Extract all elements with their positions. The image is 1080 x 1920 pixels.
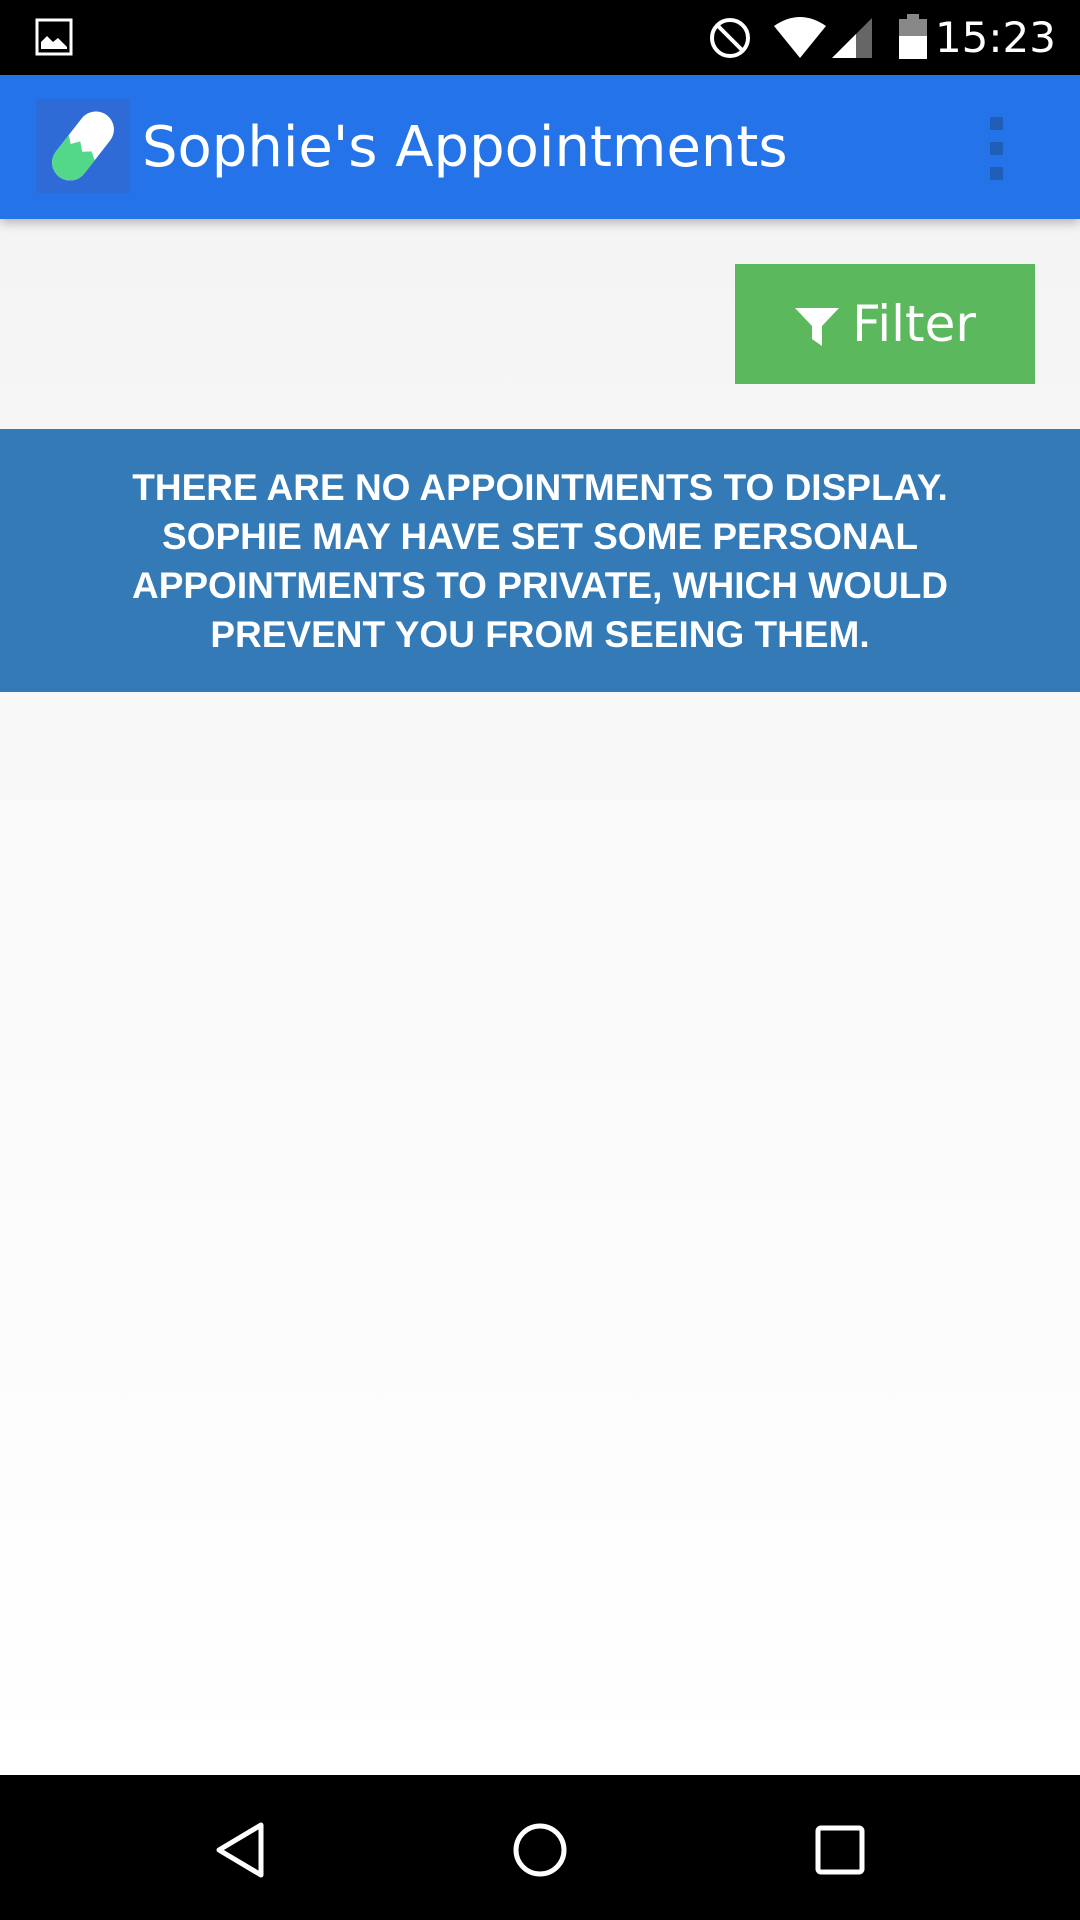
navigation-bar [0, 1775, 1080, 1920]
page-title: Sophie's Appointments [142, 115, 788, 180]
no-appointments-notice: THERE ARE NO APPOINTMENTS TO DISPLAY. SO… [0, 429, 1080, 692]
gallery-icon [35, 18, 73, 56]
back-icon[interactable] [205, 1815, 275, 1885]
cell-signal-icon [832, 18, 872, 58]
status-clock: 15:23 [934, 13, 1056, 62]
app-bar: Sophie's Appointments [0, 75, 1080, 219]
filter-button-label: Filter [852, 295, 976, 353]
overflow-menu-icon[interactable] [980, 117, 1012, 181]
status-bar: 15:23 [0, 0, 1080, 75]
do-not-disturb-icon [710, 18, 750, 58]
notice-message: THERE ARE NO APPOINTMENTS TO DISPLAY. SO… [131, 466, 949, 655]
main-content: Filter THERE ARE NO APPOINTMENTS TO DISP… [0, 219, 1080, 1775]
wifi-icon [774, 17, 826, 58]
battery-icon [899, 14, 927, 59]
filter-button[interactable]: Filter [735, 264, 1035, 384]
funnel-icon [795, 308, 840, 346]
home-icon[interactable] [505, 1815, 575, 1885]
recents-icon[interactable] [805, 1815, 875, 1885]
pill-logo-icon [36, 99, 130, 193]
filter-bar: Filter [0, 219, 1080, 429]
